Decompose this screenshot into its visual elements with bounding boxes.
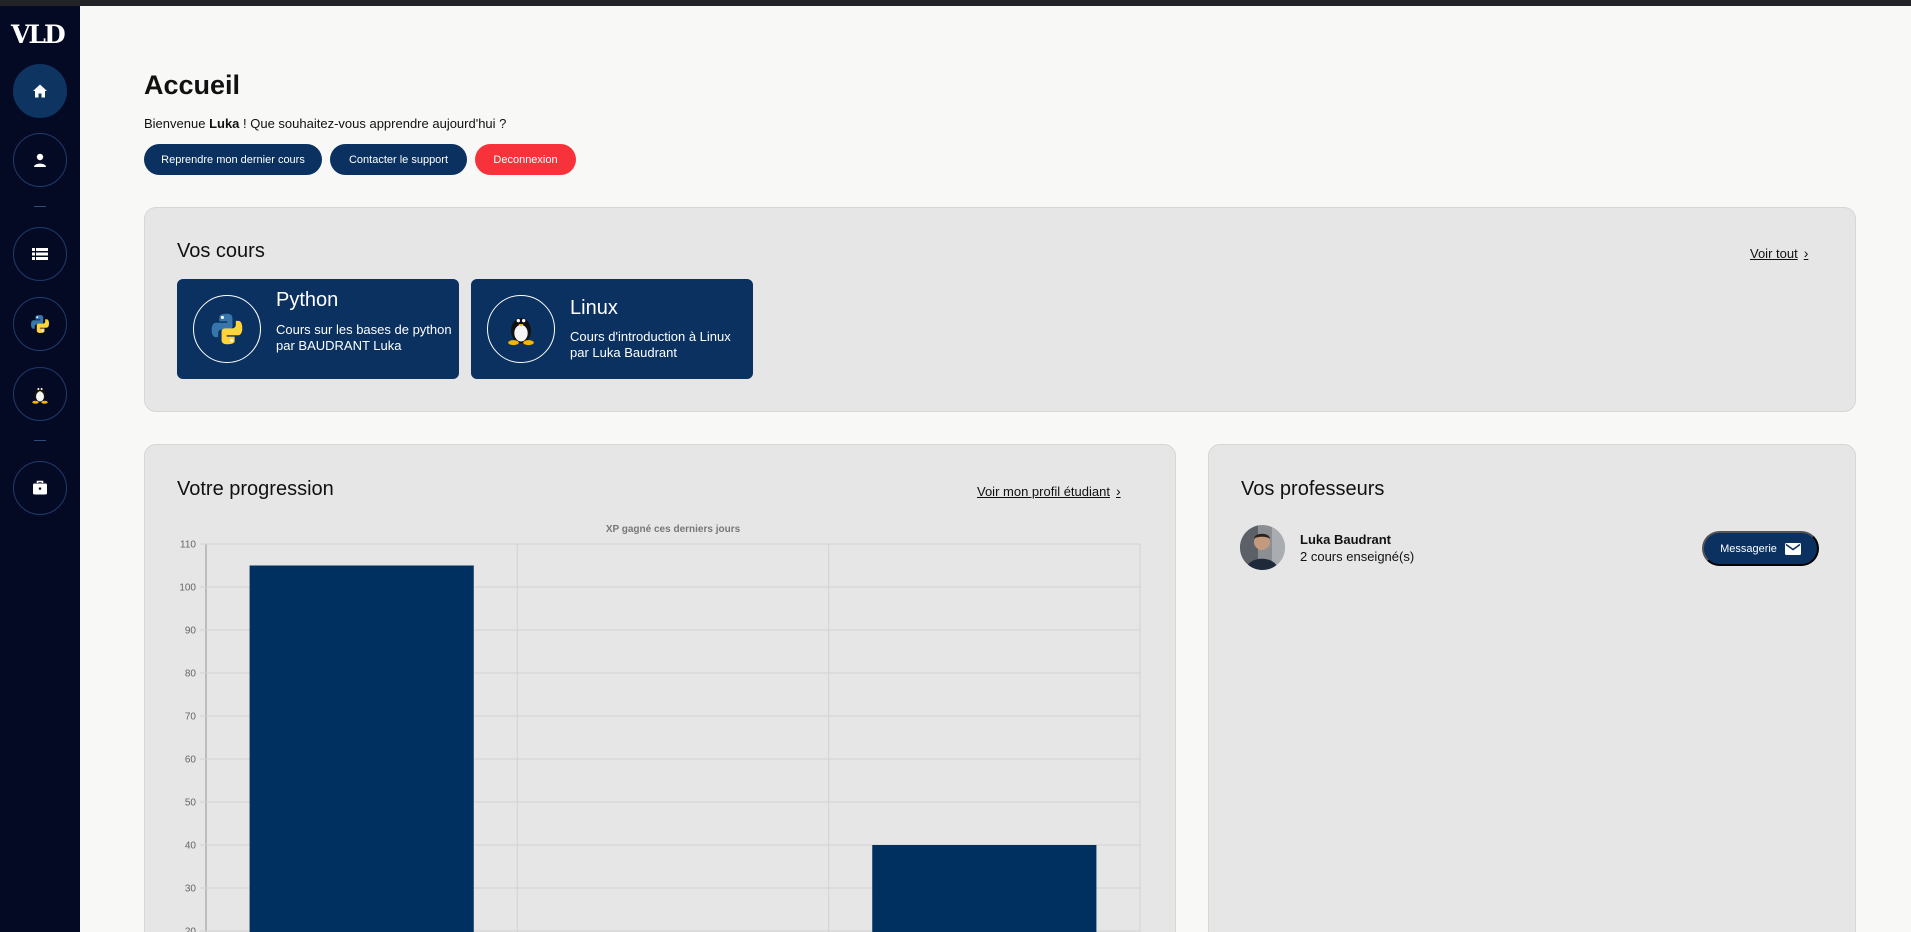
chart-y-tick-label: 40 xyxy=(185,841,197,852)
sidebar-item-linux[interactable] xyxy=(13,367,67,421)
chevron-right-icon: › xyxy=(1115,483,1121,499)
user-name: Luka xyxy=(209,116,240,131)
chart-title: XP gagné ces derniers jours xyxy=(606,524,741,535)
chart-y-tick-label: 90 xyxy=(185,626,197,637)
resume-course-button[interactable]: Reprendre mon dernier cours xyxy=(144,144,322,175)
sidebar-item-profile[interactable] xyxy=(13,133,67,187)
chart-y-tick-label: 60 xyxy=(185,755,197,766)
sidebar: VLD xyxy=(0,6,80,932)
progress-panel-title: Votre progression xyxy=(177,478,334,500)
briefcase-icon xyxy=(33,480,47,495)
logo: VLD xyxy=(11,20,66,49)
user-icon xyxy=(34,153,46,167)
mail-icon xyxy=(1784,542,1801,555)
sidebar-item-python[interactable] xyxy=(13,297,67,351)
course-card-python[interactable]: Python Cours sur les bases de python par… xyxy=(177,279,459,379)
course-description: Cours sur les bases de python par BAUDRA… xyxy=(276,322,452,353)
chart-bar xyxy=(872,845,1097,932)
chevron-right-icon: › xyxy=(1803,245,1809,261)
chart-y-tick-label: 80 xyxy=(185,669,197,680)
teachers-panel-title: Vos professeurs xyxy=(1241,478,1385,500)
teachers-panel xyxy=(1208,444,1856,932)
python-icon xyxy=(31,315,49,333)
chart-y-tick-label: 30 xyxy=(185,884,197,895)
sidebar-item-home[interactable] xyxy=(13,64,67,118)
linux-icon xyxy=(32,387,48,404)
sidebar-separator xyxy=(34,206,46,207)
course-icon xyxy=(193,295,261,363)
sidebar-item-work[interactable] xyxy=(13,461,67,515)
teacher-course-count: 2 cours enseigné(s) xyxy=(1300,549,1415,564)
course-description: Cours d'introduction à Linux par Luka Ba… xyxy=(570,329,731,360)
xp-chart: XP gagné ces derniers jours 20 30 40 50 60 70 8… xyxy=(179,524,1141,932)
page-title: Accueil xyxy=(144,70,241,100)
chart-y-tick-label: 70 xyxy=(185,712,197,723)
course-icon xyxy=(487,295,555,363)
chart-y-tick-label: 100 xyxy=(179,583,196,594)
course-name: Linux xyxy=(570,297,618,319)
course-name: Python xyxy=(276,289,339,311)
list-icon xyxy=(32,248,48,260)
linux-icon xyxy=(508,318,534,346)
chart-y-tick-label: 50 xyxy=(185,798,197,809)
python-icon xyxy=(211,313,243,345)
messaging-button[interactable]: Messagerie xyxy=(1702,531,1819,566)
see-all-courses-link[interactable]: Voir tout › xyxy=(1750,245,1808,261)
course-card-linux[interactable]: Linux Cours d'introduction à Linux par L… xyxy=(471,279,753,379)
courses-panel-title: Vos cours xyxy=(177,240,265,262)
teacher-name: Luka Baudrant xyxy=(1300,532,1392,547)
sidebar-separator xyxy=(34,440,46,441)
sidebar-item-courses-list[interactable] xyxy=(13,227,67,281)
welcome-message: Bienvenue Luka ! Que souhaitez-vous appr… xyxy=(144,116,507,131)
student-profile-link[interactable]: Voir mon profil étudiant › xyxy=(977,483,1121,499)
contact-support-button[interactable]: Contacter le support xyxy=(330,144,467,175)
avatar xyxy=(1240,525,1285,570)
chart-y-tick-label: 20 xyxy=(185,927,197,932)
chart-y-tick-label: 110 xyxy=(180,540,196,551)
window-top-bar xyxy=(0,0,1911,6)
logout-button[interactable]: Deconnexion xyxy=(475,144,576,175)
home-icon xyxy=(33,84,47,98)
chart-bar xyxy=(249,565,474,932)
